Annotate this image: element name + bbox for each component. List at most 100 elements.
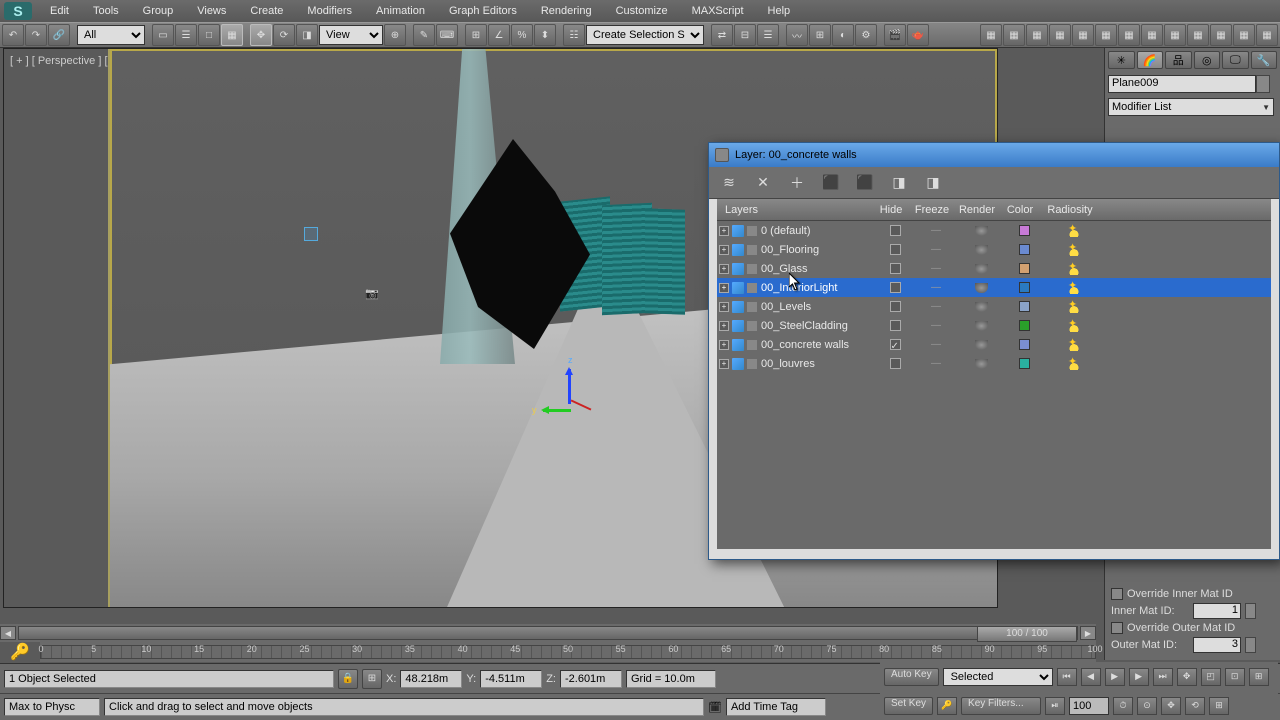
layer-name[interactable]: 00_Flooring — [761, 244, 876, 256]
expand-icon[interactable]: + — [719, 264, 729, 274]
motion-tab-icon[interactable]: ◎ — [1194, 51, 1221, 69]
layer-freeze-toggle[interactable]: — — [914, 244, 958, 255]
nav-5-icon[interactable]: ⊙ — [1137, 697, 1157, 715]
layer-color-swatch[interactable] — [1004, 320, 1044, 331]
object-name-input[interactable]: Plane009 — [1108, 75, 1256, 93]
layer-hide-toggle[interactable] — [876, 358, 914, 369]
layer-color-swatch[interactable] — [1004, 225, 1044, 236]
time-slider[interactable]: ◀ 100 / 100 ▶ — [0, 624, 1096, 642]
layer-name[interactable]: 0 (default) — [761, 225, 876, 237]
layer-hide-toggle[interactable] — [876, 339, 914, 350]
override-inner-checkbox[interactable] — [1111, 588, 1123, 600]
tb-icon-c[interactable]: ▦ — [1049, 24, 1071, 46]
render-frame-icon[interactable]: 🎬 — [884, 24, 906, 46]
layer-name[interactable]: 00_concrete walls — [761, 339, 876, 351]
layer-hide-toggle[interactable] — [876, 301, 914, 312]
layer-render-toggle[interactable] — [958, 340, 1004, 350]
spinner-snap-icon[interactable]: ⬍ — [534, 24, 556, 46]
y-coord-input[interactable]: -4.511m — [480, 670, 542, 688]
time-slider-knob[interactable]: 100 / 100 — [977, 626, 1077, 642]
menu-help[interactable]: Help — [756, 0, 803, 22]
scale-icon[interactable]: ◨ — [296, 24, 318, 46]
time-slider-track[interactable]: 100 / 100 — [18, 626, 1078, 640]
layer-row[interactable]: +00_concrete walls— — [717, 335, 1271, 354]
layer-color-swatch[interactable] — [1004, 244, 1044, 255]
angle-snap-icon[interactable]: ∠ — [488, 24, 510, 46]
menu-modifiers[interactable]: Modifiers — [295, 0, 364, 22]
layer-radiosity-toggle[interactable] — [1044, 358, 1104, 370]
menu-rendering[interactable]: Rendering — [529, 0, 604, 22]
layer-freeze-toggle[interactable]: — — [914, 339, 958, 350]
layer-radiosity-toggle[interactable] — [1044, 263, 1104, 275]
layer-freeze-toggle[interactable]: — — [914, 263, 958, 274]
redo-icon[interactable]: ↷ — [25, 24, 47, 46]
key-filter-dropdown[interactable]: Selected — [943, 668, 1053, 686]
manipulate-icon[interactable]: ✎ — [413, 24, 435, 46]
material-editor-icon[interactable]: ◐ — [832, 24, 854, 46]
pivot-icon[interactable]: ⊕ — [384, 24, 406, 46]
tb-icon-i[interactable]: ▦ — [1187, 24, 1209, 46]
layer-render-toggle[interactable] — [958, 283, 1004, 293]
add-to-layer-icon[interactable]: ＋ — [787, 173, 807, 193]
time-slider-prev[interactable]: ◀ — [0, 626, 16, 640]
set-key-button[interactable]: Set Key — [884, 697, 933, 715]
create-tab-icon[interactable]: ✳ — [1108, 51, 1135, 69]
layer-row[interactable]: +00_Glass — — [717, 259, 1271, 278]
tb-icon-h[interactable]: ▦ — [1164, 24, 1186, 46]
tb-icon-l[interactable]: ▦ — [1256, 24, 1278, 46]
layer-name[interactable]: 00_Levels — [761, 301, 876, 313]
z-coord-input[interactable]: -2.601m — [560, 670, 622, 688]
add-time-tag[interactable]: Add Time Tag — [726, 698, 826, 716]
mirror-icon[interactable]: ⇄ — [711, 24, 733, 46]
layer-freeze-toggle[interactable]: — — [914, 225, 958, 236]
menu-tools[interactable]: Tools — [81, 0, 131, 22]
time-ruler[interactable]: 🔑 05101520253035404550556065707580859095… — [40, 642, 1096, 662]
nav-7-icon[interactable]: ⟲ — [1185, 697, 1205, 715]
layer-freeze-toggle[interactable]: — — [914, 301, 958, 312]
schematic-icon[interactable]: ⊞ — [809, 24, 831, 46]
auto-key-button[interactable]: Auto Key — [884, 668, 939, 686]
current-frame-input[interactable] — [1069, 697, 1109, 715]
nav-4-icon[interactable]: ⊞ — [1249, 668, 1269, 686]
hide-unhide-icon[interactable]: ◨ — [889, 173, 909, 193]
override-outer-checkbox[interactable] — [1111, 622, 1123, 634]
tb-icon-d[interactable]: ▦ — [1072, 24, 1094, 46]
freeze-unfreeze-icon[interactable]: ◨ — [923, 173, 943, 193]
layer-render-toggle[interactable] — [958, 302, 1004, 312]
layer-name[interactable]: 00_Glass — [761, 263, 876, 275]
select-objects-icon[interactable]: ⬛ — [821, 173, 841, 193]
named-sel-icon[interactable]: ☷ — [563, 24, 585, 46]
col-render[interactable]: Render — [954, 204, 1000, 216]
menu-graph-editors[interactable]: Graph Editors — [437, 0, 529, 22]
layer-freeze-toggle[interactable]: — — [914, 320, 958, 331]
layer-freeze-toggle[interactable]: — — [914, 282, 958, 293]
expand-icon[interactable]: + — [719, 302, 729, 312]
new-layer-icon[interactable]: ≋ — [719, 173, 739, 193]
window-crossing-icon[interactable]: ▦ — [221, 24, 243, 46]
outer-mat-id-spinner-buttons[interactable] — [1245, 637, 1256, 653]
layer-color-swatch[interactable] — [1004, 339, 1044, 350]
layer-name[interactable]: 00_SteelCladding — [761, 320, 876, 332]
hierarchy-tab-icon[interactable]: 品 — [1165, 51, 1192, 69]
inner-mat-id-spinner-buttons[interactable] — [1245, 603, 1256, 619]
nav-3-icon[interactable]: ⊡ — [1225, 668, 1245, 686]
time-slider-next[interactable]: ▶ — [1080, 626, 1096, 640]
object-color-swatch[interactable] — [1256, 75, 1270, 93]
expand-icon[interactable]: + — [719, 226, 729, 236]
col-color[interactable]: Color — [1000, 204, 1040, 216]
abs-rel-icon[interactable]: ⊞ — [362, 669, 382, 689]
layer-radiosity-toggle[interactable] — [1044, 225, 1104, 237]
layers-icon[interactable]: ☰ — [757, 24, 779, 46]
set-key-icon[interactable]: 🔑 — [4, 642, 36, 662]
menu-group[interactable]: Group — [131, 0, 186, 22]
select-icon[interactable]: ▭ — [152, 24, 174, 46]
key-mode-icon[interactable]: 🔑 — [937, 697, 957, 715]
named-selection-dropdown[interactable]: Create Selection Se — [586, 25, 704, 45]
utilities-tab-icon[interactable]: 🔧 — [1251, 51, 1278, 69]
layer-hide-toggle[interactable] — [876, 282, 914, 293]
render-setup-icon[interactable]: ⚙ — [855, 24, 877, 46]
layer-radiosity-toggle[interactable] — [1044, 244, 1104, 256]
play-icon[interactable]: ▶ — [1105, 668, 1125, 686]
maxscript-mini-listener[interactable]: Max to Physc — [4, 698, 100, 716]
layer-dialog-titlebar[interactable]: Layer: 00_concrete walls — [709, 143, 1279, 167]
